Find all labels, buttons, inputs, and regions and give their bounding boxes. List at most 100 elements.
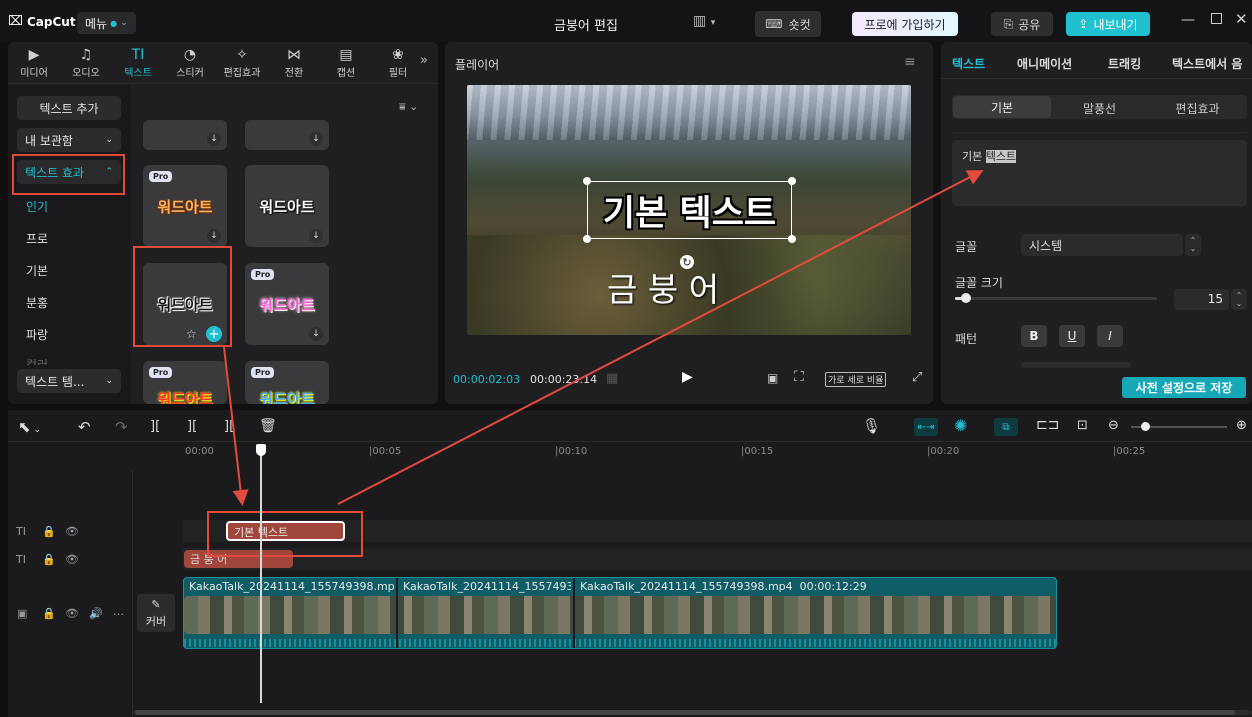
video-preview[interactable]: 기본 텍스트 금 붕 어 ↻ xyxy=(467,85,911,335)
tab-text[interactable]: 텍스트 xyxy=(952,55,985,72)
zoom-fit-icon[interactable]: ⛶ xyxy=(794,369,804,385)
text-clip-basic[interactable]: 기본 텍스트 xyxy=(226,521,345,541)
more-tabs-icon[interactable]: » xyxy=(420,53,428,68)
text-input-area[interactable]: 기본 텍스트 xyxy=(952,140,1247,206)
tab-effects[interactable]: ✧ 편집효과 xyxy=(216,44,268,82)
delete-icon[interactable]: 🗑 xyxy=(259,418,277,434)
font-size-slider[interactable] xyxy=(955,293,1157,303)
download-icon[interactable]: ↓ xyxy=(207,132,221,146)
underline-button[interactable]: U xyxy=(1059,325,1085,347)
add-text-button[interactable]: 텍스트 추가 xyxy=(17,96,121,120)
eye-icon[interactable]: 👁 xyxy=(65,525,79,538)
font-size-input[interactable]: 15 xyxy=(1174,289,1229,310)
snapshot-icon[interactable]: ▣ xyxy=(767,371,778,385)
favorite-star-icon[interactable]: ☆ xyxy=(186,327,197,341)
aspect-ratio-button[interactable]: 가로 세로 비율 xyxy=(825,372,887,387)
video-clip-3[interactable]: KakaoTalk_20241114_155749398.mp4 00:00:1… xyxy=(580,580,880,593)
microphone-icon[interactable]: 🎙 xyxy=(862,417,881,435)
sidebar-item-pink[interactable]: 분홍 xyxy=(26,294,48,311)
font-select[interactable]: 시스템 xyxy=(1021,234,1183,256)
tab-filter[interactable]: ❀ 필터 xyxy=(372,44,424,82)
player-menu-icon[interactable]: ≡ xyxy=(904,54,916,70)
hidden-select[interactable] xyxy=(1021,362,1131,368)
wordart-card-blue[interactable]: Pro 워드아트 xyxy=(245,361,329,404)
select-tool-icon[interactable]: ⬉ ⌄ xyxy=(18,418,41,436)
wordart-card-pink[interactable]: Pro 워드아트 ↓ xyxy=(245,263,329,345)
share-button[interactable]: ⎘ 공유 xyxy=(991,12,1053,36)
play-icon[interactable]: ▶ xyxy=(682,369,693,385)
layout-icon[interactable]: ▥ ▾ xyxy=(693,13,715,29)
effect-card[interactable]: ↓ xyxy=(245,120,329,150)
font-size-stepper-icon[interactable]: ⌃ ⌄ xyxy=(1231,289,1247,310)
tab-animation[interactable]: 애니메이션 xyxy=(1017,55,1072,72)
wordart-card-red[interactable]: Pro 워드아트 xyxy=(143,361,227,404)
subtab-basic[interactable]: 기본 xyxy=(953,96,1051,118)
timeline-scroll-thumb[interactable] xyxy=(135,710,1235,715)
font-stepper-icon[interactable]: ⌃ ⌄ xyxy=(1185,234,1201,256)
wordart-card-white[interactable]: 워드아트 ↓ xyxy=(245,165,329,247)
download-icon[interactable]: ↓ xyxy=(309,229,323,243)
rotate-icon[interactable]: ↻ xyxy=(680,255,694,269)
effect-card[interactable]: ↓ xyxy=(143,120,227,150)
split-icon[interactable]: ][ xyxy=(150,419,160,434)
download-icon[interactable]: ↓ xyxy=(309,132,323,146)
sidebar-item-color[interactable]: 컬러 xyxy=(26,356,48,365)
subtab-bubble[interactable]: 말풍선 xyxy=(1052,100,1147,117)
fullscreen-icon[interactable]: ⤢ xyxy=(912,370,922,385)
tab-transition[interactable]: ⋈ 전환 xyxy=(268,44,320,82)
lock-icon[interactable]: 🔒 xyxy=(42,607,56,620)
download-icon[interactable]: ↓ xyxy=(309,327,323,341)
lock-icon[interactable]: 🔒 xyxy=(42,525,56,538)
playhead-handle[interactable] xyxy=(256,444,266,456)
wordart-card-orange[interactable]: Pro 워드아트 ↓ xyxy=(143,165,227,247)
more-icon[interactable]: … xyxy=(113,605,124,618)
eye-icon[interactable]: 👁 xyxy=(65,553,79,566)
bold-button[interactable]: B xyxy=(1021,325,1047,347)
download-icon[interactable]: ↓ xyxy=(207,229,221,243)
video-clip-2[interactable]: KakaoTalk_20241114_155749398.r xyxy=(403,580,571,593)
tab-text-to-speech[interactable]: 텍스트에서 음 xyxy=(1172,55,1250,72)
lock-icon[interactable]: 🔒 xyxy=(42,553,56,566)
fit-timeline-icon[interactable]: ⊡ xyxy=(1077,418,1088,433)
main-track-magnet-icon[interactable]: ⇤⇥ xyxy=(914,418,938,436)
sidebar-item-popular[interactable]: 인기 xyxy=(26,198,48,215)
sidebar-item-pro[interactable]: 프로 xyxy=(26,230,48,247)
zoom-in-icon[interactable]: ⊕ xyxy=(1236,418,1247,433)
text-effects-button[interactable]: 텍스트 효과 ⌃ xyxy=(17,160,121,184)
add-plus-icon[interactable]: + xyxy=(206,326,222,342)
cover-button[interactable]: ✎ 커버 xyxy=(137,594,175,632)
video-clip-1[interactable]: KakaoTalk_20241114_155749398.mp4 00 xyxy=(189,580,394,593)
tab-audio[interactable]: ♫ 오디오 xyxy=(60,44,112,82)
auto-snap-icon[interactable]: ✺ xyxy=(954,416,967,435)
redo-icon[interactable]: ↷ xyxy=(115,418,128,436)
zoom-out-icon[interactable]: ⊖ xyxy=(1108,418,1119,433)
trim-right-icon[interactable]: ][ xyxy=(224,419,234,434)
italic-button[interactable]: I xyxy=(1097,325,1123,347)
undo-icon[interactable]: ↶ xyxy=(78,418,91,436)
audio-icon[interactable]: 🔊 xyxy=(89,607,103,620)
zoom-slider-knob[interactable] xyxy=(1141,422,1150,431)
zoom-slider[interactable] xyxy=(1131,422,1227,431)
filter-sort-icon[interactable]: ⩸ ⌄ xyxy=(399,100,418,114)
sidebar-item-blue[interactable]: 파랑 xyxy=(26,326,48,343)
tab-media[interactable]: ▶ 미디어 xyxy=(8,44,60,82)
tab-sticker[interactable]: ◔ 스티커 xyxy=(164,44,216,82)
tab-tracking[interactable]: 트래킹 xyxy=(1108,55,1141,72)
text-clip-goldfish[interactable]: 금 붕 어 xyxy=(184,550,293,568)
timeline-scrollbar[interactable] xyxy=(133,710,1252,715)
resize-handle[interactable] xyxy=(788,235,796,243)
resize-handle[interactable] xyxy=(583,235,591,243)
minimize-icon[interactable]: — xyxy=(1181,12,1195,28)
pro-signup-button[interactable]: 프로에 가입하기 xyxy=(852,12,958,36)
sidebar-item-basic[interactable]: 기본 xyxy=(26,262,48,279)
resize-handle[interactable] xyxy=(583,177,591,185)
shortcut-button[interactable]: ⌨ 숏컷 xyxy=(755,11,821,37)
close-icon[interactable]: ✕ xyxy=(1235,10,1248,28)
wordart-card-black[interactable]: 워드아트 ☆ + xyxy=(143,263,227,345)
save-preset-button[interactable]: 사전 설정으로 저장 xyxy=(1122,377,1246,398)
eye-icon[interactable]: 👁 xyxy=(65,607,79,620)
preview-axis-icon[interactable]: ⊏⊐ xyxy=(1036,417,1059,433)
my-collection-button[interactable]: 내 보관함 ⌄ xyxy=(17,128,121,152)
text-templates-button[interactable]: 텍스트 템... ⌄ xyxy=(17,369,121,393)
subtab-effects[interactable]: 편집효과 xyxy=(1150,100,1245,117)
